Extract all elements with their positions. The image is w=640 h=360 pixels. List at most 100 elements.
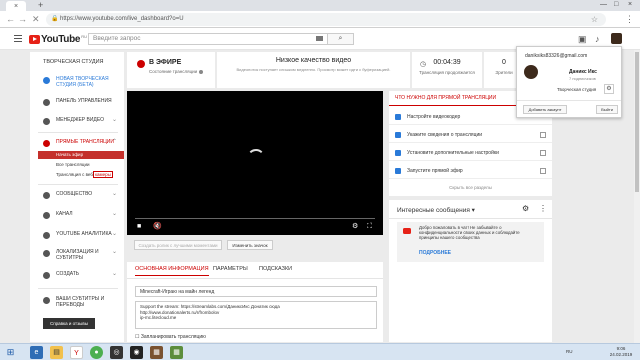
- chat-settings-gear-icon[interactable]: ⚙: [522, 204, 529, 213]
- sidebar-item-community[interactable]: Сообщество ⌄: [30, 189, 124, 203]
- tab-parameters[interactable]: Параметры: [213, 266, 248, 272]
- bookmark-star-icon[interactable]: ☆: [591, 13, 598, 26]
- browser-menu-icon[interactable]: ⋮: [625, 14, 634, 24]
- forward-arrow-icon[interactable]: →: [18, 14, 27, 24]
- add-account-button[interactable]: Добавить аккаунт: [523, 105, 567, 114]
- checklist-item-label: Запустите прямой эфир: [407, 168, 463, 174]
- checkbox[interactable]: [540, 150, 546, 156]
- schedule-label[interactable]: ☐ Запланировать трансляцию: [135, 334, 206, 340]
- create-video-icon[interactable]: ▣: [578, 34, 587, 44]
- clock[interactable]: 9:06 24.02.2019: [606, 346, 636, 358]
- search-icon: ⌕: [338, 35, 343, 42]
- schedule-text: Запланировать трансляцию: [140, 334, 206, 340]
- account-settings-gear-icon[interactable]: ⚙: [604, 84, 614, 94]
- checklist-item-settings[interactable]: Установите дополнительные настройки: [389, 145, 552, 161]
- sidebar-item-create[interactable]: Создать ⌄: [30, 269, 124, 283]
- app-icon[interactable]: ◎: [110, 346, 123, 359]
- youtube-logo[interactable]: YouTube RU: [29, 34, 87, 45]
- ie-browser-icon[interactable]: e: [30, 346, 43, 359]
- checklist-item-go-live[interactable]: Запустите прямой эфир: [389, 163, 552, 179]
- page-scrollbar[interactable]: [634, 50, 640, 343]
- chevron-down-icon: ⌄: [111, 117, 117, 123]
- chat-more-icon[interactable]: ⋮: [539, 204, 547, 213]
- account-avatar[interactable]: [611, 33, 622, 44]
- checklist-item-info[interactable]: Укажите сведения о трансляции: [389, 127, 552, 143]
- file-explorer-icon[interactable]: ▤: [50, 346, 63, 359]
- stop-loading-icon[interactable]: ✕: [32, 14, 40, 24]
- chat-mode-dropdown[interactable]: Интересные сообщения ▾: [397, 206, 475, 214]
- webcam-label: Трансляция с веб: [56, 172, 93, 177]
- fullscreen-icon[interactable]: ⛶: [367, 223, 372, 231]
- windows-start-icon[interactable]: ⊞: [4, 346, 17, 359]
- sidebar-sub-all-streams[interactable]: Все трансляции: [38, 161, 124, 169]
- settings-gear-icon[interactable]: ⚙: [352, 223, 358, 231]
- studio-sidebar: ТВОРЧЕСКАЯ СТУДИЯ Новая творческая студи…: [30, 52, 124, 342]
- account-popup: daniksiks83326@gmail.com Даникс Икс 7 по…: [516, 46, 622, 118]
- video-player[interactable]: ■ 🔇 ⚙ ⛶: [127, 91, 383, 235]
- sidebar-item-video-manager[interactable]: Менеджер видео ⌄: [30, 115, 124, 129]
- checkbox[interactable]: [540, 132, 546, 138]
- channel-icon: [43, 212, 50, 219]
- minimize-button[interactable]: —: [600, 1, 607, 8]
- sidebar-item-label: Сообщество: [56, 191, 93, 197]
- language-indicator[interactable]: RU: [566, 349, 573, 355]
- help-feedback-button[interactable]: Справка и отзывы: [43, 318, 95, 329]
- scrollbar-thumb[interactable]: [635, 52, 639, 192]
- chevron-down-icon: ⌄: [111, 231, 117, 237]
- back-arrow-icon[interactable]: ←: [6, 14, 15, 24]
- analytics-icon: [43, 232, 50, 239]
- mute-icon[interactable]: 🔇: [153, 223, 162, 231]
- stream-status-card: В ЭФИРЕ Состояние трансляции: [127, 52, 215, 88]
- minecraft-icon[interactable]: ▦: [150, 346, 163, 359]
- tab-hints[interactable]: Подсказки: [259, 266, 292, 272]
- sidebar-item-new-studio[interactable]: Новая творческая студия (бета): [30, 74, 124, 90]
- sidebar-item-analytics[interactable]: YouTube Аналитика ⌄: [30, 229, 124, 243]
- checkbox[interactable]: [540, 168, 546, 174]
- change-thumbnail-button[interactable]: Изменить значок: [227, 240, 273, 250]
- hamburger-menu-icon[interactable]: [14, 35, 22, 42]
- settings-icon: [395, 150, 401, 156]
- sidebar-item-dashboard[interactable]: Панель управления: [30, 96, 124, 110]
- sidebar-item-subtitles[interactable]: Ваши субтитры и переводы: [30, 294, 124, 312]
- minecraft-launcher-icon[interactable]: ▦: [170, 346, 183, 359]
- help-icon[interactable]: [199, 69, 204, 74]
- create-highlight-button[interactable]: Создать ролик с лучшими моментами: [134, 240, 222, 250]
- stop-icon[interactable]: ■: [137, 223, 141, 231]
- search-input[interactable]: Введите запрос: [88, 33, 328, 45]
- webcam-highlight: камеры: [92, 171, 113, 178]
- progress-bar[interactable]: [135, 218, 375, 219]
- yandex-browser-icon[interactable]: Y: [70, 346, 83, 359]
- stream-title-field[interactable]: Minecraft-Играю на майн легенд: [135, 286, 377, 297]
- learn-more-link[interactable]: ПОДРОБНЕЕ: [419, 250, 451, 256]
- close-window-button[interactable]: ×: [628, 1, 632, 8]
- hide-all-sections-link[interactable]: Скрыть все разделы: [389, 185, 552, 190]
- lock-icon: 🔒: [51, 16, 59, 22]
- keyboard-icon[interactable]: [316, 36, 323, 41]
- search-button[interactable]: ⌕: [328, 33, 354, 45]
- studio-link[interactable]: Творческая студия: [557, 87, 596, 92]
- sidebar-item-localization[interactable]: Локализация и субтитры ⌄: [30, 247, 124, 265]
- sidebar-sub-start-stream[interactable]: Начать эфир: [38, 151, 124, 159]
- address-bar[interactable]: 🔒 https://www.youtube.com/live_dashboard…: [46, 13, 606, 26]
- stream-description-field[interactable]: Support the stream: https://streamlabs.c…: [135, 301, 377, 329]
- sidebar-item-channel[interactable]: Канал ⌄: [30, 209, 124, 223]
- account-email: daniksiks83326@gmail.com: [525, 53, 588, 59]
- sidebar-item-label: Новая творческая студия (бета): [56, 76, 109, 88]
- notifications-bell-icon[interactable]: ♪: [595, 34, 600, 44]
- checklist-item-label: Укажите сведения о трансляции: [407, 132, 483, 138]
- checklist-header: Что нужно для прямой трансляции: [395, 95, 497, 101]
- tab-basic-info[interactable]: Основная информация: [135, 266, 209, 276]
- chat-title: Интересные сообщения: [397, 207, 470, 214]
- maximize-button[interactable]: □: [614, 1, 618, 8]
- quality-desc: Видеопоток поступает слишком медленно. П…: [236, 67, 391, 72]
- stream-info-panel: Основная информация Параметры Подсказки …: [127, 262, 383, 342]
- new-tab-button[interactable]: +: [38, 1, 43, 10]
- live-title: В ЭФИРЕ: [149, 59, 182, 66]
- logout-button[interactable]: Выйти: [596, 105, 618, 114]
- sidebar-item-label: Канал: [56, 211, 73, 217]
- sidebar-sub-webcam[interactable]: Трансляция с веб камеры: [38, 171, 124, 179]
- chrome-browser-icon[interactable]: ●: [90, 346, 103, 359]
- browser-tab-close-icon[interactable]: ×: [6, 1, 26, 11]
- sidebar-item-live[interactable]: Прямые трансляции ⌃: [30, 137, 124, 151]
- obs-icon[interactable]: ◉: [130, 346, 143, 359]
